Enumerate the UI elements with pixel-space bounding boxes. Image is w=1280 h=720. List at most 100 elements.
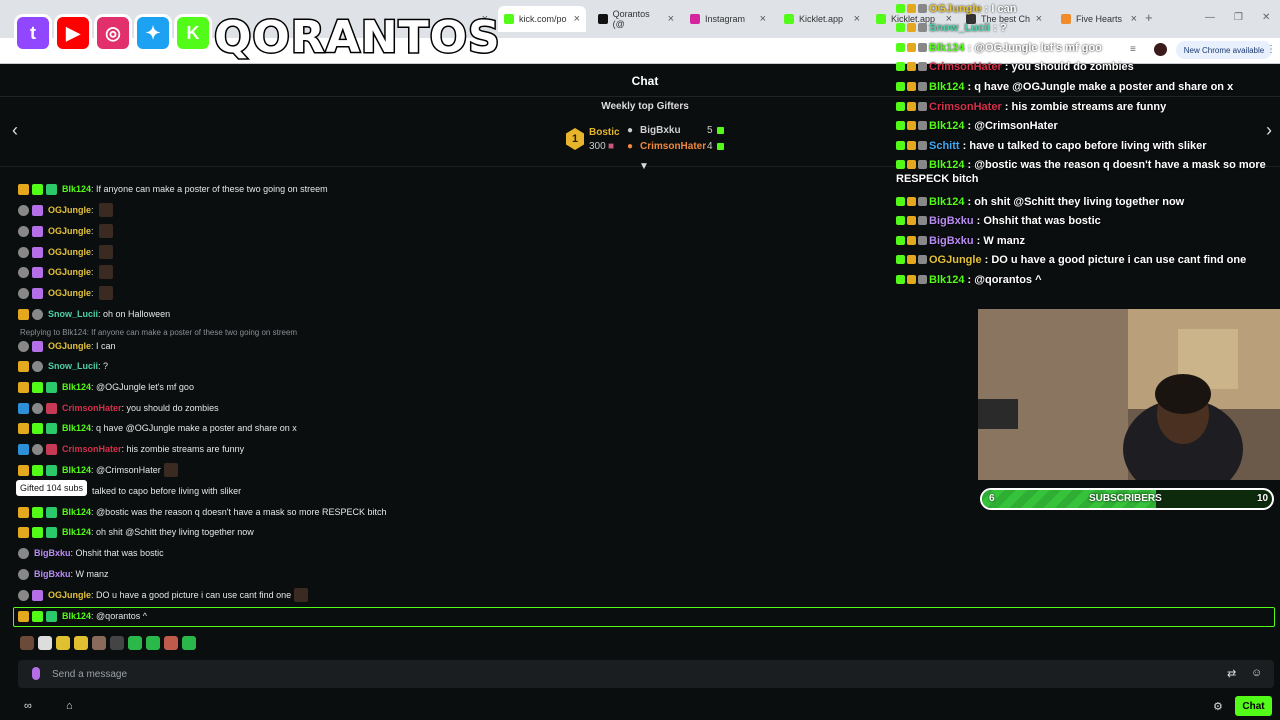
gift-badge-icon[interactable] [46, 183, 57, 195]
chevron-left-icon[interactable]: ‹ [12, 120, 18, 141]
chat-username[interactable]: BigBxku [34, 564, 71, 584]
browser-tab[interactable]: kick.com/po × [498, 6, 586, 32]
purple-badge-icon[interactable] [32, 204, 43, 216]
emoji-icon[interactable]: ☺ [1251, 667, 1262, 679]
purple-badge-icon[interactable] [32, 589, 43, 601]
purple-badge-icon[interactable] [32, 340, 43, 352]
translate-icon[interactable]: ⇄ [1227, 667, 1236, 680]
quick-emote-icon[interactable] [128, 636, 142, 650]
chat-username[interactable]: Blk124 [62, 460, 91, 480]
chat-send-button[interactable]: Chat [1235, 696, 1272, 716]
chat-username[interactable]: Blk124 [62, 502, 91, 522]
chat-username[interactable]: Snow_Lucii [48, 304, 98, 324]
quick-emote-icon[interactable] [20, 636, 34, 650]
kick-badge-icon[interactable] [32, 381, 43, 393]
chat-username[interactable]: Blk124 [62, 179, 91, 199]
crown-badge-icon[interactable] [18, 464, 29, 476]
chat-username[interactable]: OGJungle [48, 242, 91, 262]
close-tab-icon[interactable]: × [854, 13, 860, 25]
chat-emote-icon[interactable] [99, 245, 114, 259]
crown-badge-icon[interactable] [18, 308, 29, 320]
purple-badge-icon[interactable] [32, 287, 43, 299]
kick-badge-icon[interactable] [32, 506, 43, 518]
round-badge-icon[interactable] [32, 402, 43, 414]
chat-username[interactable]: Blk124 [62, 522, 91, 542]
crown-badge-icon[interactable] [18, 526, 29, 538]
chat-emote-icon[interactable] [99, 224, 114, 238]
kick-badge-icon[interactable] [32, 422, 43, 434]
quick-emote-icon[interactable] [146, 636, 160, 650]
browser-tab[interactable]: Kicklet.app × [778, 6, 866, 32]
chat-username[interactable]: OGJungle [48, 262, 91, 282]
quick-emote-icon[interactable] [38, 636, 52, 650]
store-icon[interactable]: ⌂ [66, 700, 73, 712]
microphone-icon[interactable] [32, 667, 40, 680]
round-badge-icon[interactable] [18, 204, 29, 216]
round-badge-icon[interactable] [18, 547, 29, 559]
crown-badge-icon[interactable] [18, 506, 29, 518]
purple-badge-icon[interactable] [32, 225, 43, 237]
gifter-name[interactable]: CrimsonHater [640, 141, 706, 152]
infinity-icon[interactable]: ∞ [24, 700, 32, 712]
kick-badge-icon[interactable] [32, 526, 43, 538]
purple-badge-icon[interactable] [32, 246, 43, 258]
chat-username[interactable]: Blk124 [62, 377, 91, 397]
round-badge-icon[interactable] [18, 266, 29, 278]
quick-emote-icon[interactable] [182, 636, 196, 650]
round-badge-icon[interactable] [18, 287, 29, 299]
round-badge-icon[interactable] [18, 589, 29, 601]
quick-emote-icon[interactable] [56, 636, 70, 650]
chat-emote-icon[interactable] [163, 463, 178, 477]
round-badge-icon[interactable] [32, 443, 43, 455]
chat-emote-icon[interactable] [99, 286, 114, 300]
chat-username[interactable]: OGJungle [48, 221, 91, 241]
gift-badge-icon[interactable] [46, 381, 57, 393]
browser-tab[interactable]: Qorantos (@ × [592, 6, 680, 32]
crown-badge-icon[interactable] [18, 360, 29, 372]
round-badge-icon[interactable] [32, 308, 43, 320]
red-badge-icon[interactable] [46, 402, 57, 414]
quick-emote-icon[interactable] [110, 636, 124, 650]
red-badge-icon[interactable] [46, 443, 57, 455]
crown-badge-icon[interactable] [18, 422, 29, 434]
chat-username[interactable]: OGJungle [48, 585, 91, 605]
chat-username[interactable]: CrimsonHater [62, 398, 122, 418]
round-badge-icon[interactable] [32, 360, 43, 372]
close-tab-icon[interactable]: × [574, 13, 580, 25]
chat-emote-icon[interactable] [99, 265, 114, 279]
top-gifter-name[interactable]: Bostic [589, 127, 620, 138]
chat-username[interactable]: Blk124 [62, 418, 91, 438]
settings-gear-icon[interactable]: ⚙ [1213, 700, 1223, 713]
round-badge-icon[interactable] [18, 225, 29, 237]
close-tab-icon[interactable]: × [668, 13, 674, 25]
chat-username[interactable]: CrimsonHater [62, 439, 122, 459]
chat-message-input[interactable] [52, 665, 1212, 683]
quick-emote-icon[interactable] [74, 636, 88, 650]
gift-badge-icon[interactable] [46, 422, 57, 434]
crown-badge-icon[interactable] [18, 381, 29, 393]
chat-emote-icon[interactable] [99, 203, 114, 217]
chat-username[interactable]: Snow_Lucii [48, 356, 98, 376]
purple-badge-icon[interactable] [32, 266, 43, 278]
round-badge-icon[interactable] [18, 340, 29, 352]
chat-emote-icon[interactable] [294, 588, 309, 602]
kick-badge-icon[interactable] [32, 464, 43, 476]
gift-badge-icon[interactable] [46, 506, 57, 518]
chat-username[interactable]: BigBxku [34, 543, 71, 563]
chat-username[interactable]: OGJungle [48, 283, 91, 303]
crown-badge-icon[interactable] [18, 183, 29, 195]
round-badge-icon[interactable] [18, 568, 29, 580]
gifter-name[interactable]: BigBxku [640, 125, 681, 136]
chat-username[interactable]: OGJungle [48, 200, 91, 220]
blue-badge-icon[interactable] [18, 402, 29, 414]
browser-tab[interactable]: Instagram × [684, 6, 772, 32]
close-tab-icon[interactable]: × [760, 13, 766, 25]
kick-badge-icon[interactable] [32, 183, 43, 195]
quick-emote-icon[interactable] [164, 636, 178, 650]
quick-emote-icon[interactable] [92, 636, 106, 650]
chat-username[interactable]: OGJungle [48, 336, 91, 356]
blue-badge-icon[interactable] [18, 443, 29, 455]
round-badge-icon[interactable] [18, 246, 29, 258]
gift-badge-icon[interactable] [46, 526, 57, 538]
pinned-messages-icon[interactable]: ▼ [639, 161, 649, 172]
